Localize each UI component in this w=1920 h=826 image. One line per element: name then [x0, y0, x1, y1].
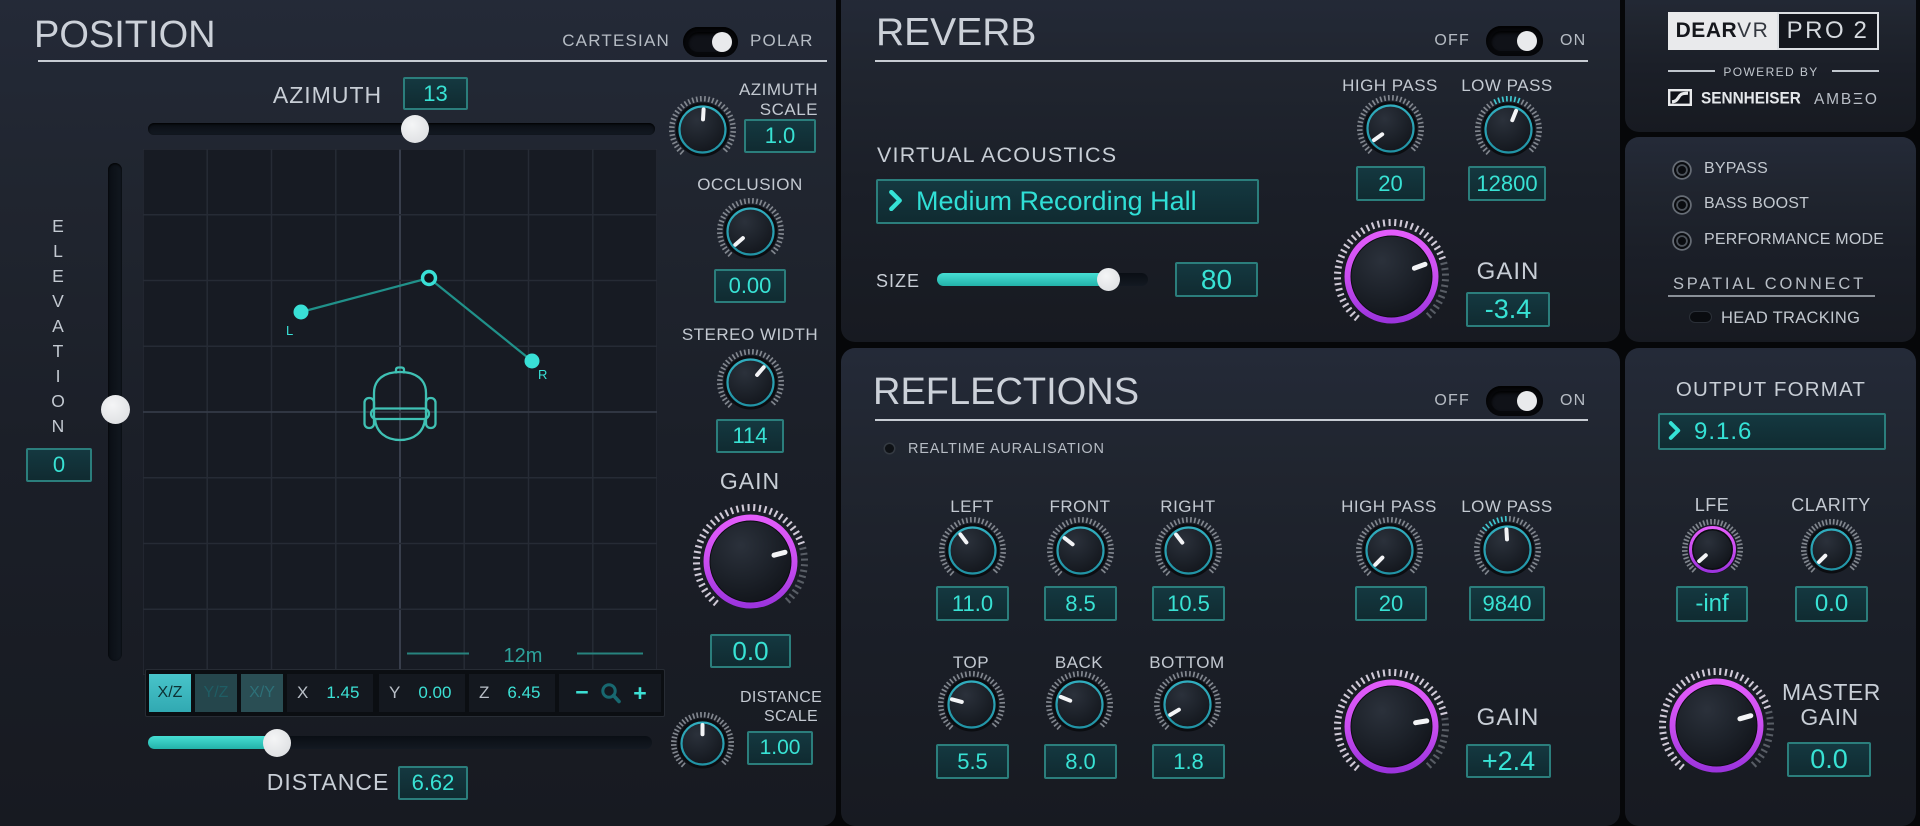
svg-text:R: R	[538, 367, 547, 382]
svg-text:12m: 12m	[504, 645, 543, 667]
svg-text:L: L	[286, 323, 293, 338]
